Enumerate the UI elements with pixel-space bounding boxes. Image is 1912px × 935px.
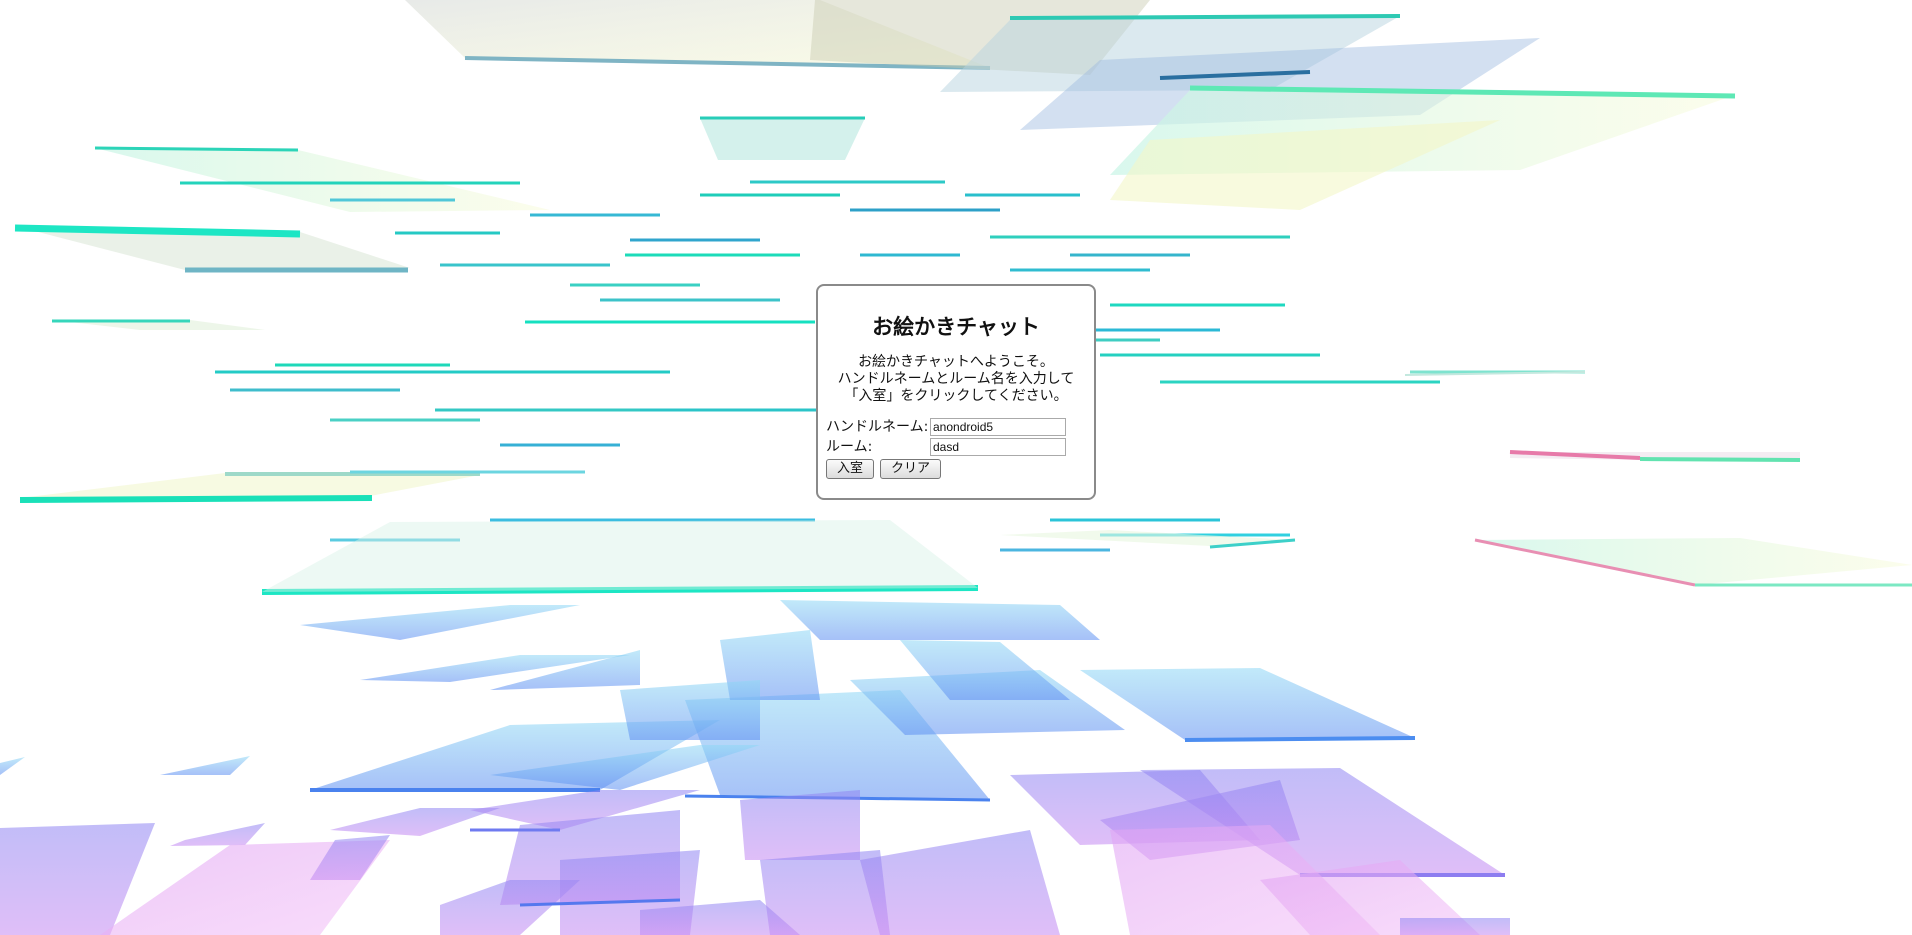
room-row: ルーム: [826, 437, 1094, 457]
login-dialog: お絵かきチャット お絵かきチャットへようこそ。 ハンドルネームとルーム名を入力し… [816, 284, 1096, 500]
room-name-input[interactable] [930, 438, 1066, 456]
handle-row: ハンドルネーム: [826, 417, 1094, 437]
enter-room-button[interactable]: 入室 [826, 459, 875, 479]
handle-label: ハンドルネーム: [826, 419, 929, 435]
welcome-line: 「入室」をクリックしてください。 [844, 388, 1068, 404]
login-form: ハンドルネーム: ルーム: 入室 クリア [826, 417, 1094, 479]
welcome-message: お絵かきチャットへようこそ。 ハンドルネームとルーム名を入力して 「入室」をクリ… [818, 354, 1094, 405]
button-row: 入室 クリア [826, 459, 1094, 479]
room-label: ルーム: [826, 439, 873, 455]
welcome-line: ハンドルネームとルーム名を入力して [837, 371, 1075, 387]
dialog-title: お絵かきチャット [872, 315, 1040, 339]
clear-button[interactable]: クリア [880, 459, 942, 479]
welcome-line: お絵かきチャットへようこそ。 [858, 354, 1054, 370]
handle-name-input[interactable] [930, 418, 1066, 436]
